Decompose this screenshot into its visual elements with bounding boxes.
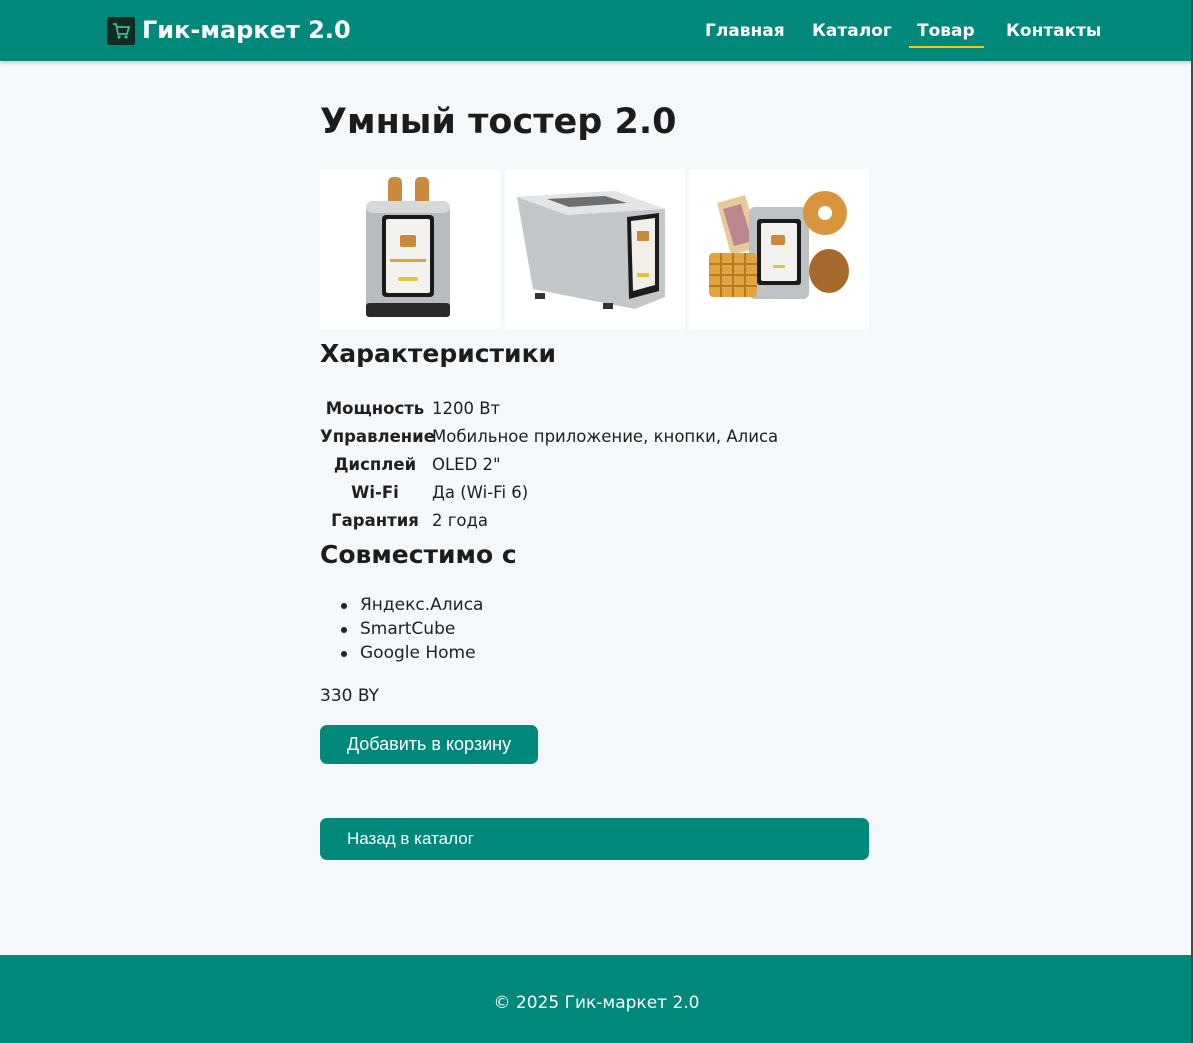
spec-value-power: 1200 Вт bbox=[432, 399, 501, 418]
site-footer: © 2025 Гик-маркет 2.0 bbox=[0, 955, 1193, 1043]
product-price: 330 BY bbox=[320, 686, 379, 706]
product-gallery bbox=[320, 169, 870, 329]
footer-copyright: © 2025 Гик-маркет 2.0 bbox=[493, 993, 700, 1013]
product-image-pastries[interactable] bbox=[689, 169, 869, 329]
cart-logo-icon[interactable] bbox=[107, 17, 135, 45]
add-to-cart-button[interactable]: Добавить в корзину bbox=[320, 725, 538, 764]
spec-name-control: Управление bbox=[320, 427, 435, 446]
spec-name-display: Дисплей bbox=[333, 455, 417, 474]
bullet-icon bbox=[341, 651, 347, 657]
spec-name-wifi: Wi-Fi bbox=[351, 483, 399, 502]
nav-contacts[interactable]: Контакты bbox=[1006, 21, 1101, 41]
specs-heading: Характеристики bbox=[320, 339, 557, 368]
spec-value-warranty: 2 года bbox=[432, 511, 489, 530]
spec-value-wifi: Да (Wi-Fi 6) bbox=[432, 483, 529, 502]
compat-heading: Совместимо с bbox=[320, 540, 517, 569]
compat-item: Google Home bbox=[360, 643, 476, 663]
spec-name-power: Мощность bbox=[325, 399, 425, 418]
compat-item: SmartCube bbox=[360, 619, 456, 639]
spec-value-control: Мобильное приложение, кнопки, Алиса bbox=[432, 427, 779, 446]
back-to-catalog-button[interactable]: Назад в каталог bbox=[320, 818, 869, 860]
brand-name[interactable]: Гик-маркет 2.0 bbox=[142, 16, 351, 44]
nav-catalog[interactable]: Каталог bbox=[812, 21, 892, 41]
site-header: Гик-маркет 2.0 Главная Каталог Товар Кон… bbox=[0, 0, 1193, 61]
product-title: Умный тостер 2.0 bbox=[320, 102, 677, 142]
product-image-side[interactable] bbox=[505, 169, 685, 329]
compat-item: Яндекс.Алиса bbox=[360, 595, 484, 615]
product-image-front[interactable] bbox=[320, 169, 500, 329]
bullet-icon bbox=[341, 627, 347, 633]
bullet-icon bbox=[341, 603, 347, 609]
nav-home[interactable]: Главная bbox=[705, 21, 785, 41]
nav-product[interactable]: Товар bbox=[909, 21, 984, 48]
spec-name-warranty: Гарантия bbox=[331, 511, 419, 530]
spec-value-display: OLED 2" bbox=[432, 455, 501, 474]
